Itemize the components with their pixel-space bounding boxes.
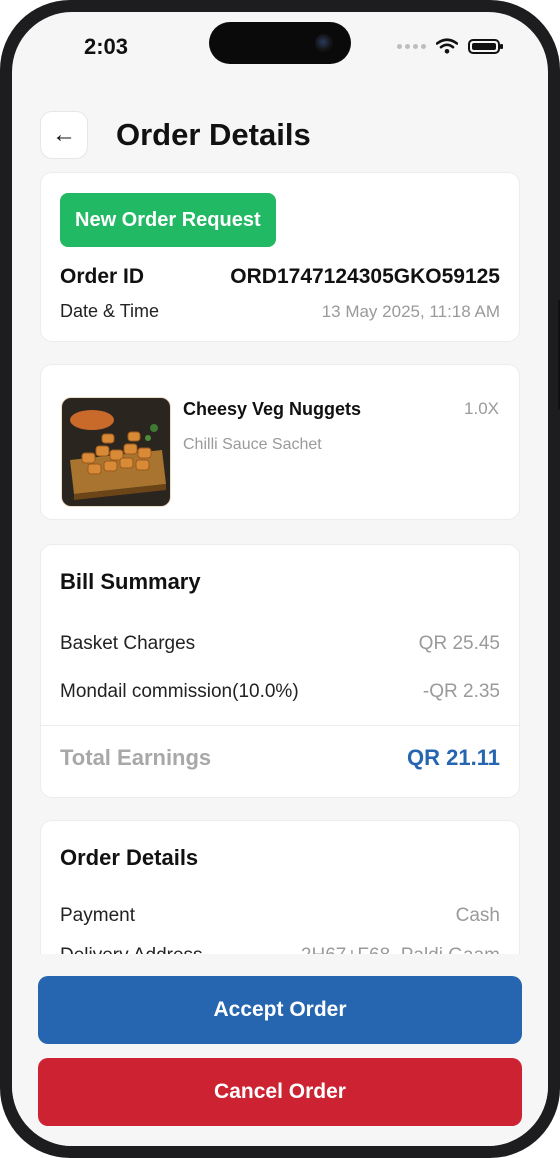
bill-row-label: Mondail commission(10.0%) <box>60 681 299 702</box>
signal-dots-icon <box>397 43 426 49</box>
bottom-actions: Accept Order Cancel Order <box>12 954 548 1146</box>
total-earnings-label: Total Earnings <box>60 745 212 770</box>
status-time: 2:03 <box>84 34 129 59</box>
bill-row-commission: Mondail commission(10.0%) -QR 2.35 <box>60 681 500 703</box>
item-image <box>61 397 171 507</box>
item-name: Cheesy Veg Nuggets <box>183 399 362 419</box>
bill-row-value: -QR 2.35 <box>422 681 500 702</box>
total-earnings-row: Total Earnings QR 21.11 <box>60 745 500 771</box>
item-quantity: 1.0X <box>464 399 499 418</box>
dynamic-island <box>209 22 351 64</box>
phone-frame: 2:03 ← Order Details New Order Request O… <box>0 0 560 1158</box>
camera-icon <box>315 34 333 52</box>
total-earnings-value: QR 21.11 <box>407 745 500 770</box>
header: ← Order Details <box>40 100 520 170</box>
battery-icon <box>468 38 503 54</box>
order-details-title: Order Details <box>60 845 199 870</box>
bill-row-label: Basket Charges <box>60 633 196 654</box>
food-illustration <box>62 398 170 506</box>
order-id-row: Order ID ORD1747124305GKO59125 <box>60 265 500 289</box>
status-icons <box>397 38 503 54</box>
date-label: Date & Time <box>60 301 160 321</box>
page-title: Order Details <box>116 117 311 152</box>
order-summary-card: New Order Request Order ID ORD1747124305… <box>40 172 520 342</box>
details-row-label: Payment <box>60 905 135 926</box>
status-bar: 2:03 <box>12 12 548 100</box>
accept-order-button[interactable]: Accept Order <box>38 976 522 1044</box>
order-id-value: ORD1747124305GKO59125 <box>230 265 500 288</box>
order-item-card: Cheesy Veg Nuggets 1.0X Chilli Sauce Sac… <box>40 364 520 520</box>
app-screen: 2:03 ← Order Details New Order Request O… <box>12 12 548 1146</box>
status-badge: New Order Request <box>60 193 276 247</box>
bill-summary-card: Bill Summary Basket Charges QR 25.45 Mon… <box>40 544 520 798</box>
back-button[interactable]: ← <box>40 111 88 159</box>
wifi-icon <box>436 38 458 54</box>
arrow-left-icon: ← <box>52 121 76 148</box>
bill-row-value: QR 25.45 <box>418 633 500 654</box>
date-row: Date & Time 13 May 2025, 11:18 AM <box>60 301 500 322</box>
divider <box>41 725 519 726</box>
order-id-label: Order ID <box>60 265 145 288</box>
cancel-order-button[interactable]: Cancel Order <box>38 1058 522 1126</box>
bill-row-basket: Basket Charges QR 25.45 <box>60 633 500 655</box>
item-addon: Chilli Sauce Sachet <box>183 436 322 453</box>
details-row-payment: Payment Cash <box>60 905 500 927</box>
details-row-value: Cash <box>455 905 500 926</box>
bill-summary-title: Bill Summary <box>60 569 201 594</box>
date-value: 13 May 2025, 11:18 AM <box>321 301 500 321</box>
